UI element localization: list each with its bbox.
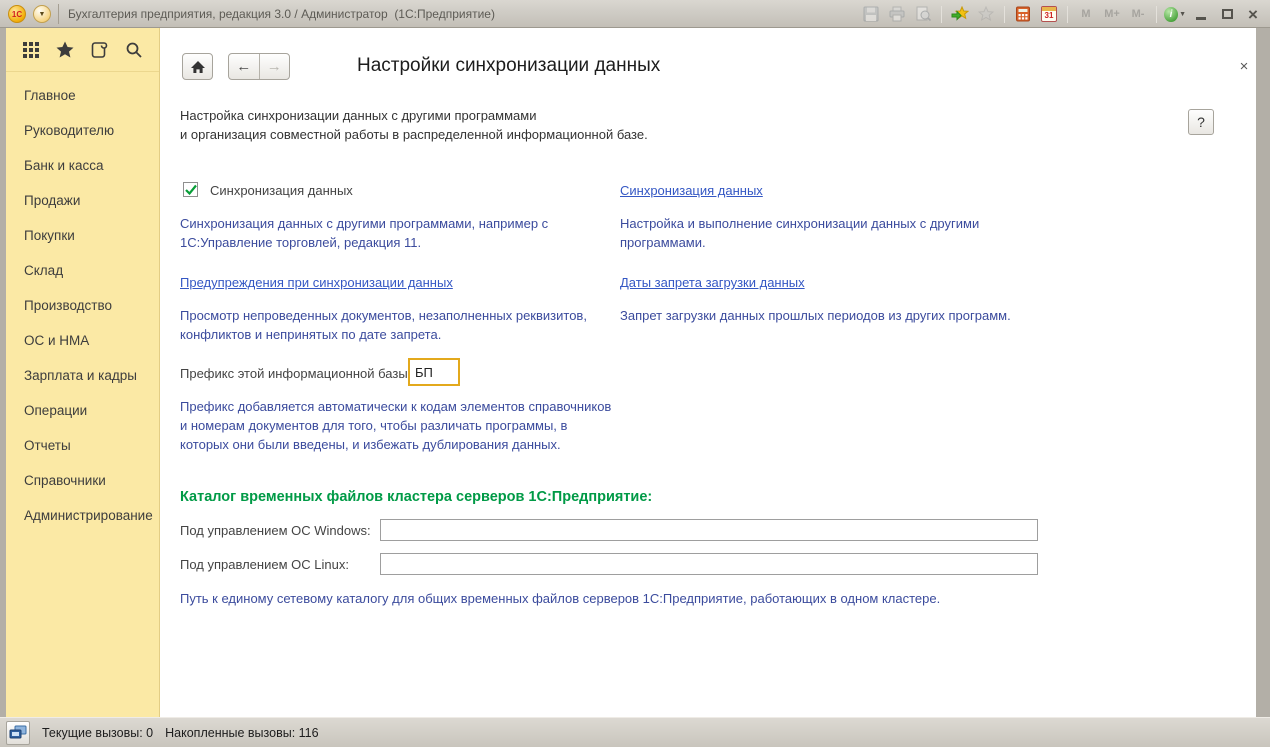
- maximize-button[interactable]: [1216, 3, 1238, 25]
- titlebar: 1С ▼ Бухгалтерия предприятия, редакция 3…: [0, 0, 1270, 28]
- windows-catalog-input[interactable]: [380, 519, 1038, 541]
- favorites-star-icon[interactable]: [53, 38, 77, 62]
- calculator-icon[interactable]: [1012, 3, 1034, 25]
- print-preview-icon[interactable]: [912, 3, 934, 25]
- info-chevron-down-icon[interactable]: ▼: [1179, 11, 1186, 18]
- calendar-day: 31: [1042, 11, 1056, 20]
- info-glyph: i: [1164, 7, 1178, 22]
- main-menu-chevron-icon[interactable]: ▼: [33, 5, 51, 23]
- favorites-icon[interactable]: [975, 3, 997, 25]
- add-to-favorites-icon[interactable]: [949, 3, 971, 25]
- sidebar-item-proizvodstvo[interactable]: Производство: [6, 288, 159, 323]
- sync-checkbox[interactable]: [183, 182, 198, 197]
- memory-m-plus-icon[interactable]: M+: [1101, 3, 1123, 25]
- sidebar-item-administrirovanie[interactable]: Администрирование: [6, 498, 159, 533]
- back-button[interactable]: ←: [229, 54, 260, 79]
- server-calls-button[interactable]: [6, 721, 30, 745]
- info-icon[interactable]: i ▼: [1164, 3, 1186, 25]
- sync-checkbox-label[interactable]: Синхронизация данных: [210, 183, 353, 198]
- sidebar-menu: Главное Руководителю Банк и касса Продаж…: [6, 72, 159, 533]
- sidebar-item-pokupki[interactable]: Покупки: [6, 218, 159, 253]
- save-icon[interactable]: [860, 3, 882, 25]
- prefix-label: Префикс этой информационной базы:: [180, 366, 411, 381]
- titlebar-separator: [58, 4, 59, 24]
- sidebar-item-rukovoditelyu[interactable]: Руководителю: [6, 113, 159, 148]
- print-icon[interactable]: [886, 3, 908, 25]
- memory-m-icon[interactable]: M: [1075, 3, 1097, 25]
- accumulated-calls-status: Накопленные вызовы: 116: [165, 726, 318, 740]
- cluster-section-header: Каталог временных файлов кластера сервер…: [180, 489, 652, 505]
- sidebar-item-prodazhi[interactable]: Продажи: [6, 183, 159, 218]
- current-calls-status: Текущие вызовы: 0: [42, 726, 153, 740]
- titlebar-actions: 31 M M+ M- i ▼ ×: [860, 0, 1264, 28]
- search-icon[interactable]: [122, 38, 146, 62]
- sync-settings-description: Настройка и выполнение синхронизации дан…: [620, 214, 979, 252]
- windows-catalog-label: Под управлением ОС Windows:: [180, 523, 371, 538]
- sidebar-item-otchety[interactable]: Отчеты: [6, 428, 159, 463]
- history-icon[interactable]: [88, 38, 112, 62]
- sidebar: Главное Руководителю Банк и касса Продаж…: [6, 28, 160, 717]
- calendar-icon[interactable]: 31: [1038, 3, 1060, 25]
- sync-warnings-description: Просмотр непроведенных документов, незап…: [180, 306, 587, 344]
- history-nav-group: ← →: [228, 53, 290, 80]
- minimize-icon: [1196, 17, 1206, 20]
- minimize-button[interactable]: [1190, 3, 1212, 25]
- titlebar-separator: [1067, 6, 1068, 23]
- import-ban-dates-description: Запрет загрузки данных прошлых периодов …: [620, 306, 1011, 325]
- app-logo-icon[interactable]: 1С: [8, 5, 26, 23]
- sidebar-toolbar: [6, 28, 159, 72]
- maximize-icon: [1222, 9, 1233, 19]
- titlebar-separator: [1156, 6, 1157, 23]
- titlebar-separator: [1004, 6, 1005, 23]
- import-ban-dates-link[interactable]: Даты запрета загрузки данных: [620, 275, 805, 290]
- linux-catalog-label: Под управлением ОС Linux:: [180, 557, 349, 572]
- statusbar: Текущие вызовы: 0 Накопленные вызовы: 11…: [0, 717, 1270, 747]
- application-window: 1С ▼ Бухгалтерия предприятия, редакция 3…: [0, 0, 1270, 747]
- sections-grid-icon[interactable]: [19, 38, 43, 62]
- sync-checkbox-description: Синхронизация данных с другими программа…: [180, 214, 548, 252]
- home-button[interactable]: [182, 53, 213, 80]
- page-close-button[interactable]: ×: [1234, 56, 1254, 76]
- sidebar-item-spravochniki[interactable]: Справочники: [6, 463, 159, 498]
- titlebar-separator: [941, 6, 942, 23]
- window-title: Бухгалтерия предприятия, редакция 3.0 / …: [68, 0, 495, 28]
- sidebar-item-bank-i-kassa[interactable]: Банк и касса: [6, 148, 159, 183]
- forward-button[interactable]: →: [260, 54, 290, 79]
- cluster-description: Путь к единому сетевому каталогу для общ…: [180, 589, 1180, 608]
- sidebar-item-zarplata-i-kadry[interactable]: Зарплата и кадры: [6, 358, 159, 393]
- sidebar-item-glavnoe[interactable]: Главное: [6, 78, 159, 113]
- sync-settings-link[interactable]: Синхронизация данных: [620, 183, 763, 198]
- prefix-description: Префикс добавляется автоматически к кода…: [180, 397, 611, 454]
- page-intro-text: Настройка синхронизации данных с другими…: [180, 106, 648, 144]
- home-icon: [190, 60, 206, 74]
- linux-catalog-input[interactable]: [380, 553, 1038, 575]
- sidebar-item-operatsii[interactable]: Операции: [6, 393, 159, 428]
- sync-warnings-link[interactable]: Предупреждения при синхронизации данных: [180, 275, 453, 290]
- sidebar-item-os-i-nma[interactable]: ОС и НМА: [6, 323, 159, 358]
- server-calls-icon: [9, 725, 27, 741]
- prefix-input[interactable]: [408, 358, 460, 386]
- memory-m-minus-icon[interactable]: M-: [1127, 3, 1149, 25]
- page-title: Настройки синхронизации данных: [357, 55, 660, 77]
- help-button[interactable]: ?: [1188, 109, 1214, 135]
- sidebar-item-sklad[interactable]: Склад: [6, 253, 159, 288]
- close-window-button[interactable]: ×: [1242, 3, 1264, 25]
- main-content: ← → Настройки синхронизации данных × Нас…: [160, 28, 1256, 717]
- checkmark-icon: [184, 183, 198, 197]
